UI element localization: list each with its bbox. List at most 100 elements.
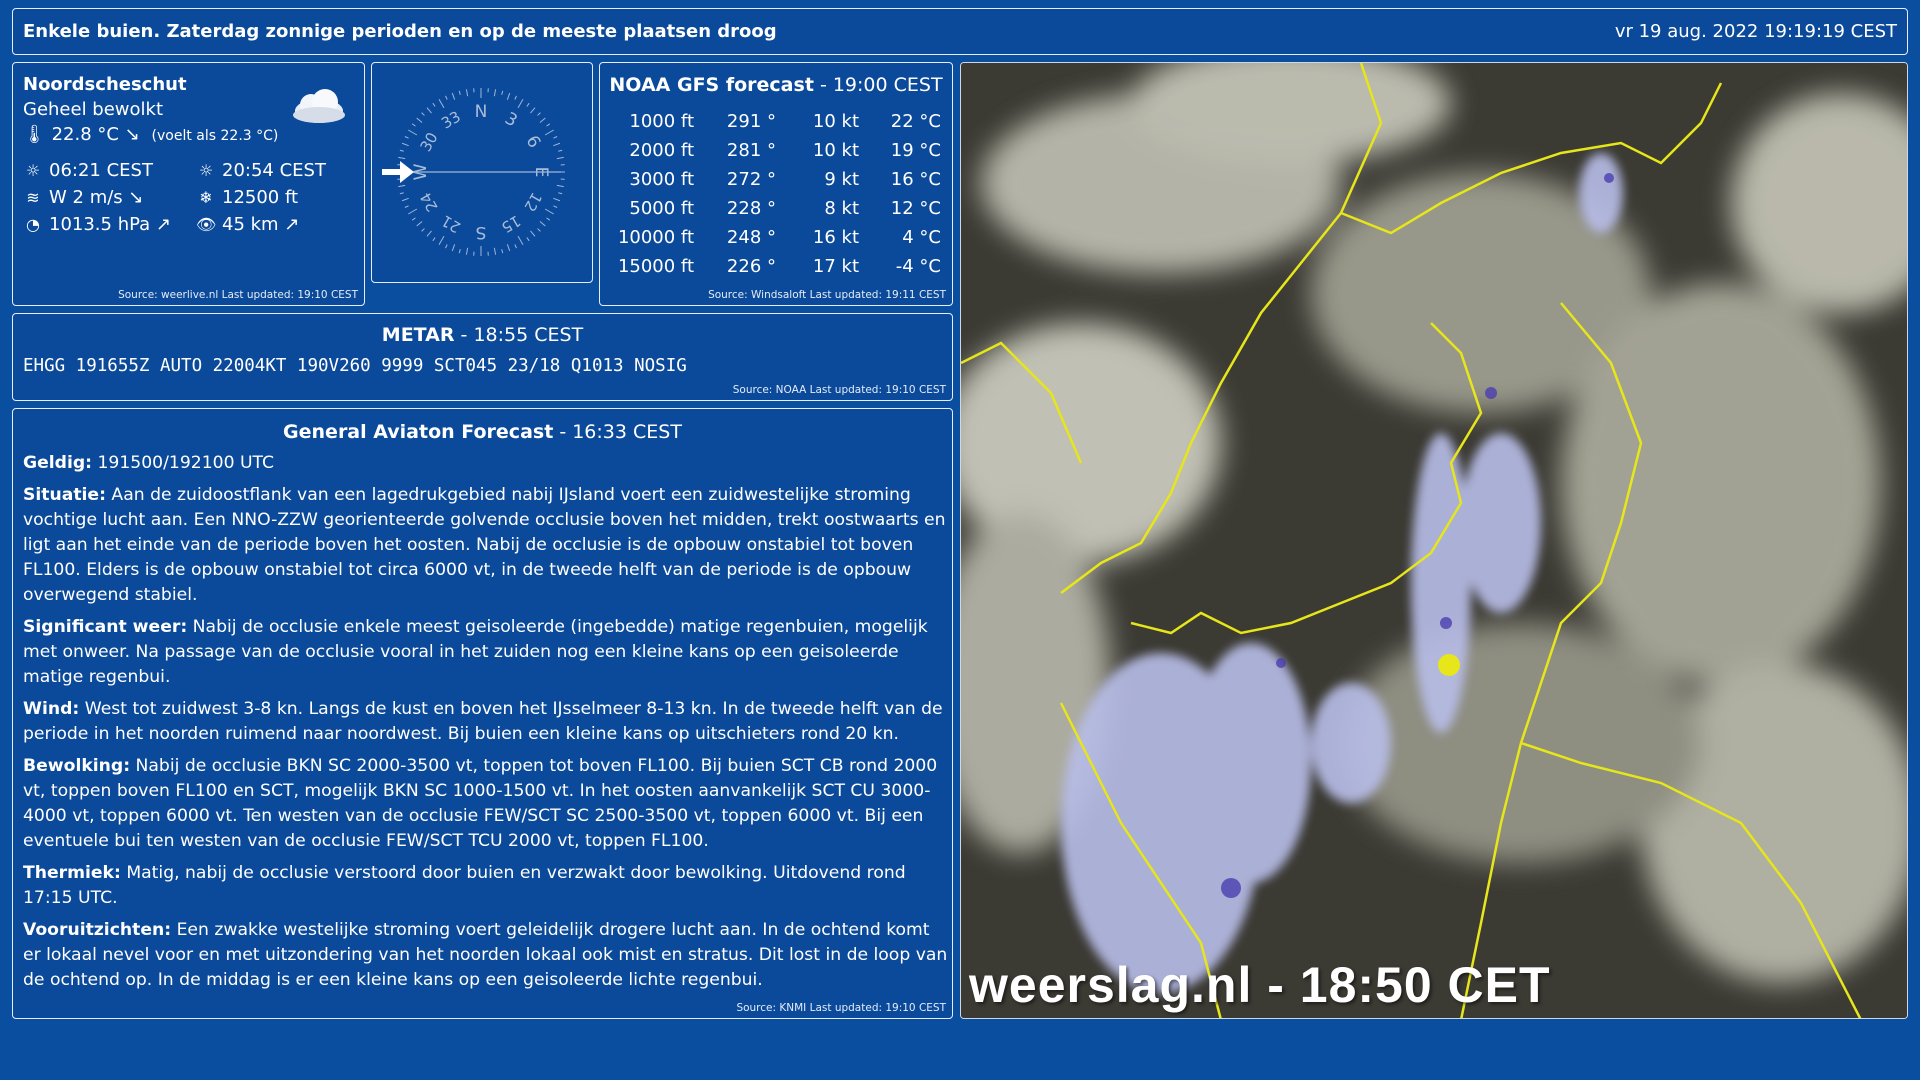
gfs-cell: 22 °C [890,111,941,132]
sunset-icon: ☼ [198,161,214,180]
gfs-cell: 8 kt [824,198,859,219]
compass-tick [514,244,517,249]
compass-tick [556,156,564,160]
gfs-cell: 3000 ft [629,169,694,190]
compass-tick [556,184,564,188]
gfs-cell: -4 °C [895,256,941,277]
compass-tick [517,99,524,109]
compass-tick [558,192,563,195]
trend-down-icon: ↘ [128,187,144,208]
compass-tick [537,228,541,232]
source-label: Source: weerlive.nl Last updated: 19:10 … [118,289,358,301]
gaf-body: Geldig: 191500/192100 UTC Situatie: Aan … [23,451,948,1000]
sunset: ☼ 20:54 CEST [196,160,326,181]
compass-tick [404,136,409,139]
source-label: Source: Windsaloft Last updated: 19:11 C… [708,289,946,301]
compass-tick [411,217,416,221]
compass-tick [445,95,448,100]
compass-tick [526,237,530,242]
compass-tick [404,205,409,208]
gaf-time: - 16:33 CEST [553,421,682,443]
sunrise-icon: ☼ [25,161,41,180]
gfs-row: 15000 ft 226 ° 17 kt -4 °C [614,252,941,281]
wind: ≋ W 2 m/s ↘ [23,187,144,208]
gfs-time: - 19:00 CEST [813,74,943,96]
gaf-section: Thermiek: Matig, nabij de occlusie verst… [23,863,906,908]
compass-tick [553,197,561,202]
compass-tick [539,117,546,123]
compass-tick [408,129,418,136]
compass-tick [408,208,418,215]
compass-label: 3 [501,109,520,132]
gfs-cell: 19 °C [890,140,941,161]
pressure-value: 1013.5 hPa [49,214,151,235]
gfs-row: 2000 ft 281 ° 10 kt 19 °C [614,136,941,165]
gfs-cell: 4 °C [902,227,941,248]
wind-compass: N 36E1215S2124W3033 [382,88,565,256]
gfs-cell: 281 ° [726,140,776,161]
compass-tick [451,244,456,252]
wind-value: W 2 m/s [49,187,123,208]
compass-tick [401,197,409,202]
compass-tick [544,208,554,215]
gaf-section: Geldig: 191500/192100 UTC [23,453,275,473]
compass-tick [458,249,461,254]
compass-label: 24 [416,189,441,215]
compass-tick [558,149,563,152]
gauge-icon: ◔ [26,215,40,234]
gaf-section: Bewolking: Nabij de occlusie BKN SC 2000… [23,756,938,851]
wind-icon: ≋ [26,188,40,207]
metar-title-label: METAR [381,324,455,346]
compass-tick [438,99,445,109]
compass-tick [530,107,536,114]
compass-label: 30 [416,129,441,155]
cloud-base-value: 12500 ft [222,187,299,208]
compass-tick [493,247,497,255]
compass-tick [421,112,425,116]
compass-tick [416,117,423,123]
gfs-row: 5000 ft 228 ° 8 kt 12 °C [614,194,941,223]
sunrise-time: 06:21 CEST [49,160,153,181]
compass-tick [458,90,461,95]
compass-tick [553,205,558,208]
gfs-cell: 291 ° [726,111,776,132]
compass-tick [445,244,448,249]
compass-tick [451,92,456,100]
compass-tick [401,142,409,147]
cloud-icon [293,89,345,123]
compass-tick [546,123,551,127]
metar-time: - 18:55 CEST [454,324,584,346]
gaf-section: Significant weer: Nabij de occlusie enke… [23,617,928,687]
trend-up-icon: ↗ [155,214,172,235]
compass-tick [539,221,546,227]
gfs-cell: 272 ° [726,169,776,190]
compass-tick [426,107,432,114]
metar-code: EHGG 191655Z AUTO 22004KT 190V260 9999 S… [23,356,687,376]
compass-label: 15 [498,211,524,236]
gfs-cell: 15000 ft [617,256,694,277]
gfs-cell: 17 kt [812,256,859,277]
compass-tick [432,237,436,242]
source-label: Source: NOAA Last updated: 19:10 CEST [732,384,946,396]
gfs-cell: 2000 ft [629,140,694,161]
compass-label: S [476,222,487,242]
sunrise: ☼ 06:21 CEST [23,160,153,181]
compass-tick [514,95,517,100]
compass-tick [530,230,536,237]
temperature-row: 🌡 22.8 °C ↘ (voelt als 22.3 °C) [23,124,278,145]
gfs-cell: 16 kt [812,227,859,248]
compass-tick [501,90,504,95]
compass-tick [501,249,504,254]
radar-timestamp: weerslag.nl - 18:50 CET [969,957,1551,1013]
compass-tick [426,230,432,237]
compass-tick [493,89,497,97]
gaf-section: Situatie: Aan de zuidoostflank van een l… [23,485,946,605]
compass-label: 21 [438,211,464,236]
current-weather-panel: Noordscheschut Geheel bewolkt 🌡 22.8 °C … [12,62,365,306]
compass-tick [553,142,561,147]
compass-tick [432,102,436,107]
gfs-cell: 12 °C [890,198,941,219]
cloud-base: ❄ 12500 ft [196,187,298,208]
compass-tick [411,123,416,127]
gfs-row: 1000 ft 291 ° 10 kt 22 °C [614,107,941,136]
